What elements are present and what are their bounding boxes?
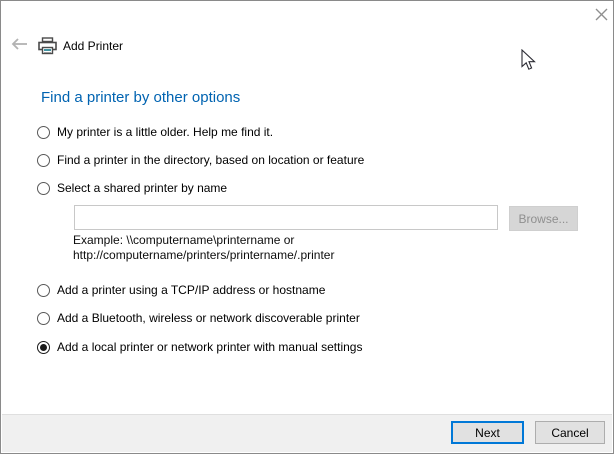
radio-label: Add a printer using a TCP/IP address or … xyxy=(57,283,326,297)
back-button[interactable] xyxy=(9,37,29,55)
printer-icon xyxy=(38,37,57,55)
radio-icon xyxy=(37,311,50,325)
back-arrow-icon xyxy=(10,37,28,56)
example-line-1: Example: \\computername\printername or xyxy=(73,233,295,247)
radio-label: Add a Bluetooth, wireless or network dis… xyxy=(57,311,360,325)
radio-icon xyxy=(37,283,50,297)
radio-option-tcpip[interactable]: Add a printer using a TCP/IP address or … xyxy=(37,280,325,300)
example-text: Example: \\computername\printername or h… xyxy=(73,233,334,263)
add-printer-dialog: Add Printer Find a printer by other opti… xyxy=(0,0,614,454)
radio-option-directory[interactable]: Find a printer in the directory, based o… xyxy=(37,150,364,170)
radio-option-older-printer[interactable]: My printer is a little older. Help me fi… xyxy=(37,122,273,142)
close-button[interactable] xyxy=(591,7,611,27)
radio-icon xyxy=(37,181,50,195)
radio-label: Select a shared printer by name xyxy=(57,181,228,195)
shared-printer-name-input[interactable] xyxy=(74,205,498,230)
cancel-button[interactable]: Cancel xyxy=(535,421,605,444)
close-icon xyxy=(595,8,608,26)
example-line-2: http://computername/printers/printername… xyxy=(73,248,335,262)
radio-option-bluetooth[interactable]: Add a Bluetooth, wireless or network dis… xyxy=(37,308,360,328)
mouse-cursor xyxy=(521,48,536,77)
radio-icon xyxy=(37,153,50,167)
radio-icon xyxy=(37,125,50,139)
radio-label: Add a local printer or network printer w… xyxy=(57,340,363,354)
radio-option-shared-name[interactable]: Select a shared printer by name xyxy=(37,178,227,198)
radio-option-local-manual[interactable]: Add a local printer or network printer w… xyxy=(37,337,362,357)
next-button[interactable]: Next xyxy=(451,421,524,444)
radio-label: My printer is a little older. Help me fi… xyxy=(57,125,274,139)
dialog-title: Add Printer xyxy=(63,39,124,53)
radio-icon xyxy=(37,340,50,354)
radio-label: Find a printer in the directory, based o… xyxy=(57,153,365,167)
page-heading: Find a printer by other options xyxy=(41,89,241,106)
browse-button[interactable]: Browse... xyxy=(509,206,578,231)
